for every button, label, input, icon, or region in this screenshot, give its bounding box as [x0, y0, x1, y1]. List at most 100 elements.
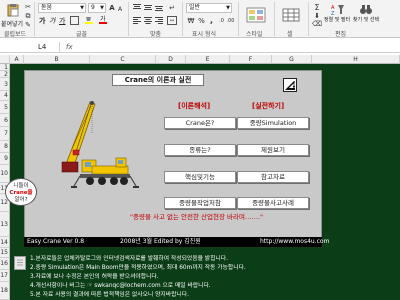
border-icon[interactable]	[70, 16, 79, 25]
ribbon-separator	[34, 2, 35, 36]
row-header-16[interactable]: 16	[0, 258, 10, 270]
shrink-font-icon[interactable]: A	[116, 4, 124, 14]
formula-input[interactable]	[80, 42, 400, 53]
row-header-3[interactable]: 3	[0, 78, 10, 91]
bold-button[interactable]: 가	[39, 16, 45, 26]
font-color-icon[interactable]: 가	[98, 15, 108, 25]
references-button[interactable]: 참고자료	[237, 171, 309, 183]
cells-button[interactable]	[278, 3, 304, 27]
align-left-icon[interactable]	[132, 16, 142, 25]
memo-icon	[14, 256, 26, 270]
copy-icon[interactable]: ⧉	[24, 12, 32, 20]
row-header-2[interactable]: 2	[0, 71, 10, 78]
grow-font-icon[interactable]: A	[108, 3, 116, 13]
number-format-value: 일반	[189, 4, 201, 11]
ribbon: 붙여넣기 ✂ ⧉ ✎ 클립보드 돋움 ▼ 9 ▼ A A 가 가 가 가 글꼴 …	[0, 0, 400, 38]
binoculars-icon	[360, 5, 372, 14]
align-center-icon[interactable]	[143, 16, 153, 25]
autosum-icon[interactable]: Σ	[312, 3, 322, 12]
column-header-h[interactable]: H	[312, 55, 400, 64]
fx-icon[interactable]: fx	[66, 42, 73, 53]
font-size-value: 9	[91, 4, 95, 11]
note-item: 3.자료에 보나 수정은 본인의 허락을 받으셔야합니다.	[30, 274, 159, 280]
core-functions-button[interactable]: 핵심및기능	[164, 171, 236, 183]
align-group-label: 맞춤	[150, 31, 162, 38]
wrap-text-icon[interactable]: ↵	[167, 3, 177, 12]
note-item: 1.본자료들은 업체카탈로그와 인터넷검색자료를 발췌하여 작성되었음을 밝힙니…	[30, 256, 228, 262]
align-top-icon[interactable]	[132, 3, 142, 12]
row-header-6[interactable]: 6	[0, 114, 10, 127]
row-header-14[interactable]: 14	[0, 237, 10, 248]
align-right-icon[interactable]	[154, 16, 164, 25]
row-header-18[interactable]: 18	[0, 282, 10, 300]
fill-color-icon[interactable]	[84, 16, 94, 25]
edit-group-label: 편집	[335, 31, 347, 38]
column-header-c[interactable]: C	[90, 55, 156, 64]
italic-button[interactable]: 가	[49, 16, 55, 26]
safety-motto: "중량물 사고 없는 안전한 산업현장 바라며……."	[130, 213, 264, 221]
column-header-b[interactable]: B	[24, 55, 90, 64]
footer-url[interactable]: http://www.mos4u.com	[260, 237, 329, 247]
chevron-down-icon: ▼	[226, 5, 230, 11]
font-name-combo[interactable]: 돋움 ▼	[38, 3, 86, 13]
underline-button[interactable]: 가	[59, 16, 65, 26]
percent-button[interactable]: %	[197, 16, 206, 25]
ribbon-separator	[308, 2, 309, 36]
cell-styles-icon	[246, 7, 266, 23]
accident-cases-button[interactable]: 중량물사고사례	[237, 197, 309, 209]
cut-icon[interactable]: ✂	[24, 3, 32, 11]
currency-icon[interactable]: ₩	[186, 16, 196, 25]
sort-filter-icon: A Z	[331, 5, 344, 16]
name-box[interactable]: L4	[0, 42, 60, 53]
column-header-g[interactable]: G	[272, 55, 312, 64]
select-all-corner[interactable]	[0, 55, 10, 64]
font-size-combo[interactable]: 9 ▼	[88, 3, 106, 13]
paste-button[interactable]	[3, 2, 23, 18]
clipboard-group-label: 클립보드	[4, 31, 27, 38]
sort-filter-button[interactable]: A Z	[326, 3, 350, 17]
ribbon-separator	[238, 2, 239, 36]
row-header-13[interactable]: 13	[0, 212, 10, 237]
column-header-d[interactable]: D	[156, 55, 186, 64]
merge-cells-icon[interactable]: ↔	[167, 16, 177, 25]
fill-icon[interactable]: ⬇	[312, 12, 322, 20]
heavy-work-button[interactable]: 중량물작업처참	[164, 197, 236, 209]
column-header-f[interactable]: F	[230, 55, 272, 64]
number-format-combo[interactable]: 일반 ▼	[186, 3, 232, 13]
column-header-e[interactable]: E	[186, 55, 230, 64]
decrease-decimal-icon[interactable]: .00	[226, 16, 235, 25]
chevron-down-icon: ▼	[100, 5, 104, 11]
crane-intro-button[interactable]: Crane은?	[164, 117, 236, 129]
row-header-4[interactable]: 4	[0, 91, 10, 101]
ribbon-separator	[128, 2, 129, 36]
paint-bucket-icon	[85, 17, 93, 24]
cells-icon	[282, 8, 300, 22]
row-header-9[interactable]: 9	[0, 153, 10, 165]
svg-text:가: 가	[100, 15, 106, 23]
align-bottom-icon[interactable]	[154, 3, 164, 12]
row-header-1[interactable]: 1	[0, 64, 10, 71]
notes-list: 1.본자료들은 업체카탈로그와 인터넷검색자료를 발췌하여 작성되었음을 밝힙니…	[30, 255, 330, 300]
font-color-a-icon: 가	[99, 15, 107, 24]
panel-footer: Easy Crane Ver 0.8 2008년 3월 Edited by 김진…	[24, 237, 329, 247]
section-theory-heading: [이론해석]	[178, 102, 211, 110]
format-painter-icon[interactable]: ✎	[24, 21, 32, 29]
comma-button[interactable]: ,	[207, 16, 216, 25]
row-header-15[interactable]: 15	[0, 248, 10, 258]
increase-decimal-icon[interactable]: .0	[217, 16, 226, 25]
styles-button[interactable]	[242, 3, 270, 27]
find-select-button[interactable]	[356, 3, 376, 17]
ribbon-separator	[274, 2, 275, 36]
row-header-7[interactable]: 7	[0, 127, 10, 141]
crane-types-button[interactable]: 종류는?	[164, 144, 236, 156]
load-simulation-button[interactable]: 중량Simulation	[237, 117, 309, 129]
row-header-8[interactable]: 8	[0, 141, 10, 153]
note-item: 2.중량 Simulation은 Main Boom만을 적용하였으며, 최대 …	[30, 265, 246, 271]
column-header-a[interactable]: A	[10, 55, 24, 64]
row-header-5[interactable]: 5	[0, 101, 10, 114]
align-middle-icon[interactable]	[143, 3, 153, 12]
clear-icon[interactable]: ⌫	[312, 20, 322, 28]
row-header-17[interactable]: 17	[0, 270, 10, 282]
row-header-10[interactable]: 10	[0, 165, 10, 183]
specs-button[interactable]: 제원보기	[237, 144, 309, 156]
